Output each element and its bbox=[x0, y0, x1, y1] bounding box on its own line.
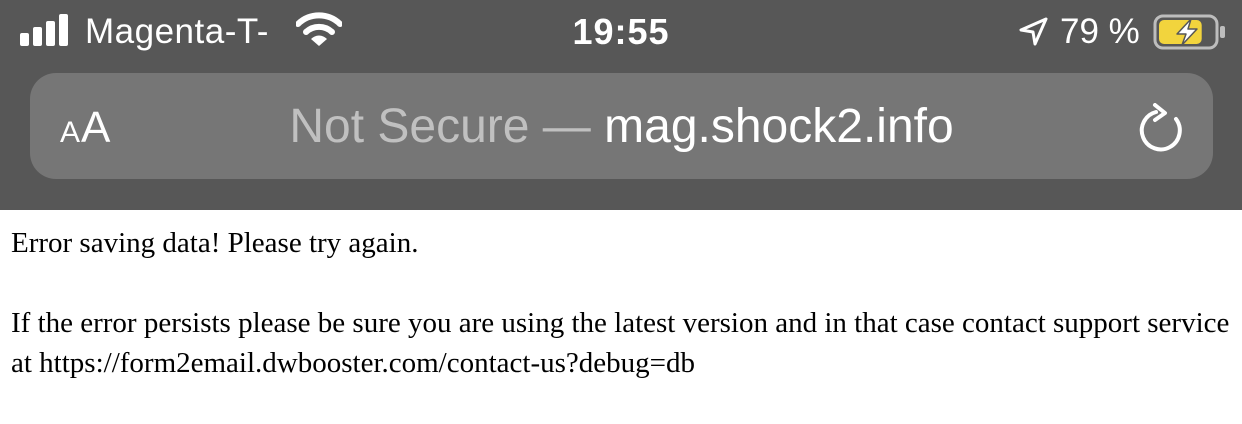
battery-percent: 79 % bbox=[1060, 12, 1140, 51]
url-display[interactable]: Not Secure — mag.shock2.info bbox=[30, 100, 1213, 154]
battery-charging-icon bbox=[1153, 14, 1225, 50]
location-arrow-icon bbox=[1019, 17, 1048, 46]
reload-icon[interactable] bbox=[1136, 103, 1188, 155]
help-message: If the error persists please be sure you… bbox=[11, 307, 1230, 379]
status-bar: Magenta-T- 19:55 79 % bbox=[0, 0, 1242, 64]
address-bar[interactable]: AA Not Secure — mag.shock2.info bbox=[30, 73, 1213, 179]
browser-chrome: Magenta-T- 19:55 79 % AA Not Secure — ma… bbox=[0, 0, 1242, 210]
security-label: Not Secure bbox=[289, 100, 530, 153]
status-time: 19:55 bbox=[572, 11, 670, 52]
url-separator: — bbox=[542, 100, 591, 153]
url-host: mag.shock2.info bbox=[604, 100, 954, 153]
error-message: Error saving data! Please try again. bbox=[11, 227, 419, 259]
page-content: Error saving data! Please try again. If … bbox=[0, 210, 1242, 424]
